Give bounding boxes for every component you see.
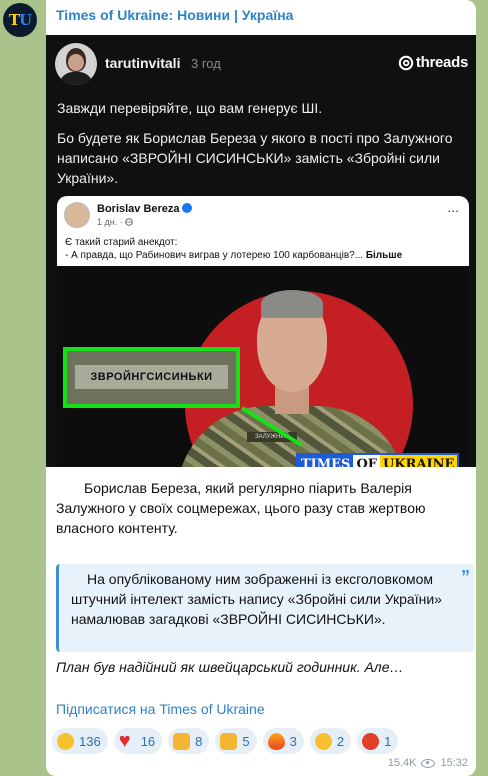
subscribe-link[interactable]: Підписатися на Times of Ukraine [56,701,265,717]
thinking-emoji-icon [314,732,332,750]
message-paragraph: Борислав Береза, який регулярно піарить … [56,480,426,536]
threads-logo-text: threads [415,54,468,71]
reaction-thumbs-down[interactable]: 8 [168,728,210,754]
facebook-post-text: Є такий старий анекдот: - А правда, що Р… [65,237,403,261]
quote-icon: ” [461,567,470,587]
blockquote: На опублікованому ним зображенні із ексг… [56,564,474,652]
facebook-author: Borislav Bereza [97,203,192,215]
fire-emoji-icon [267,732,285,750]
threads-post-line2: Бо будете як Борислав Береза у якого в п… [57,130,453,186]
times-of-ukraine-watermark: TIMES OF UKRAINE [296,453,460,467]
laughing-emoji-icon [57,732,74,750]
angry-emoji-icon [362,732,380,750]
avatar-letter-t: T [8,11,20,29]
reaction-angry[interactable]: 1 [357,728,399,754]
reactions-bar: 136 16 8 5 3 2 1 [52,728,399,754]
reaction-thumbs-up[interactable]: 5 [215,728,257,754]
reaction-fire[interactable]: 3 [262,728,304,754]
eye-icon [421,758,436,768]
threads-user-avatar [55,43,97,85]
facebook-post-screenshot: Borislav Bereza 1 дн. · ... Є такий стар… [57,196,469,467]
channel-avatar[interactable]: TU [3,3,37,37]
facebook-avatar [64,202,90,228]
thumbs-up-emoji-icon [220,732,238,750]
facebook-post-meta: 1 дн. · [97,217,134,227]
threads-username: tarutinvitali [105,55,181,71]
thumbs-down-emoji-icon [173,732,191,750]
verified-badge-icon [181,203,192,213]
globe-icon [125,218,134,226]
message-bubble: Times of Ukraine: Новини | Україна tarut… [46,0,476,776]
reaction-thinking[interactable]: 2 [309,728,352,754]
more-options-icon: ... [447,199,459,215]
channel-name-link[interactable]: Times of Ukraine: Новини | Україна [56,7,293,23]
avatar-letter-u: U [19,11,32,29]
patch-text: ЗВРОЙНГСИСИНЬКИ [75,365,228,389]
italic-caption: План був надійний як швейцарський годинн… [56,659,404,675]
reaction-laughing[interactable]: 136 [52,728,108,754]
message-time: 15:32 [440,757,468,769]
threads-post-time: 3 год [191,56,221,71]
zoomed-patch-highlight: ЗВРОЙНГСИСИНЬКИ [63,347,240,408]
view-count: 15.4K [387,757,417,769]
message-meta: 15.4K 15:32 [388,757,468,769]
threads-at-icon [398,55,414,70]
quote-text: На опублікованому ним зображенні із ексг… [71,571,442,627]
threads-logo: threads [398,54,468,71]
threads-embed-image[interactable]: tarutinvitali 3 год threads Завжди перев… [46,35,476,467]
zaluzhnyi-photo: ЗАЛУЖНИЙ ЗВРОЙНГСИСИНЬКИ TIMES OF UKRAIN… [57,266,469,467]
threads-post-line1: Завжди перевіряйте, що вам генерує ШІ. [57,100,323,116]
reaction-heart[interactable]: 16 [113,728,163,754]
heart-emoji-icon [119,729,136,753]
